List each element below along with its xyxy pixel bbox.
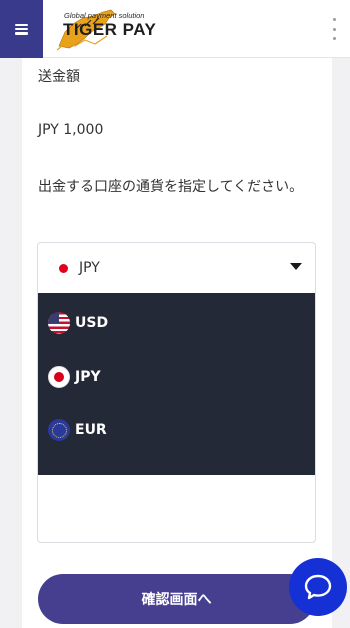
logo-brand: TIGER PAY — [63, 20, 157, 39]
currency-instruction: 出金する口座の通貨を指定してください。 — [38, 179, 304, 195]
kebab-icon — [332, 18, 336, 21]
jp-flag-icon — [48, 366, 70, 388]
option-label: EUR — [75, 422, 107, 438]
chat-bubble-icon — [304, 574, 332, 600]
jp-dot-icon — [59, 263, 68, 273]
confirm-button[interactable]: 確認画面へ — [38, 574, 315, 624]
option-label: JPY — [75, 369, 101, 385]
logo-tagline: Global payment solution — [64, 11, 145, 20]
currency-option-usd[interactable]: USD — [38, 296, 315, 350]
currency-option-eur[interactable]: EUR — [38, 403, 315, 457]
hamburger-icon — [15, 23, 28, 35]
currency-select[interactable]: JPY — [38, 243, 315, 293]
amount-label: 送金額 — [38, 69, 80, 85]
chat-button[interactable] — [289, 558, 347, 616]
us-flag-icon — [48, 312, 70, 334]
eu-flag-icon — [48, 419, 70, 441]
menu-button[interactable] — [0, 0, 43, 58]
currency-option-jpy[interactable]: JPY — [38, 350, 315, 404]
currency-selected-value: JPY — [79, 260, 100, 276]
currency-dropdown: USD JPY EUR — [38, 293, 315, 475]
amount-value: JPY 1,000 — [38, 122, 104, 138]
option-label: USD — [75, 315, 109, 331]
more-options-button[interactable] — [326, 18, 342, 40]
caret-down-icon[interactable] — [290, 263, 302, 270]
app-header: Global payment solution TIGER PAY — [0, 0, 350, 58]
